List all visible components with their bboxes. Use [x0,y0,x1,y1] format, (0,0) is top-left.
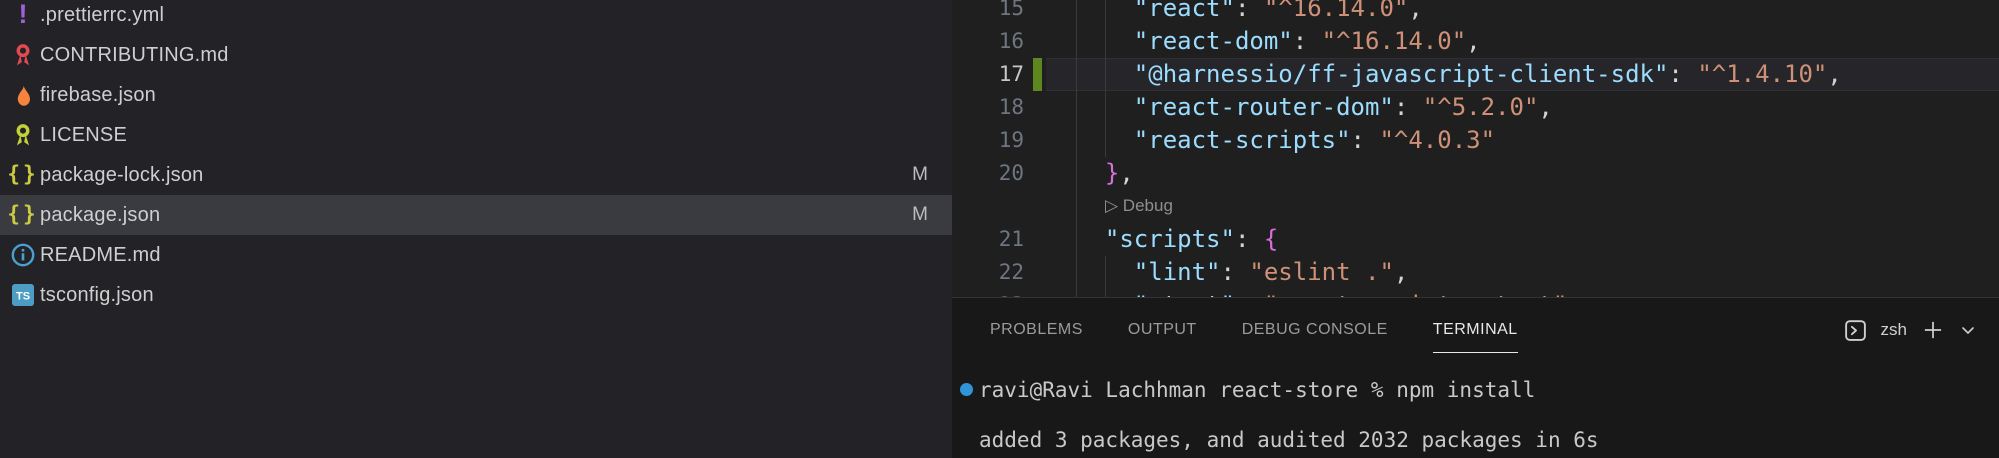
file-name: LICENSE [40,124,127,147]
file-name: tsconfig.json [40,284,154,307]
terminal-line: ravi@Ravi Lachhman react-store % npm ins… [979,378,1535,403]
codelens-debug[interactable]: ▷ Debug [1105,190,1173,223]
line-number: 17 [952,58,1024,91]
code-text: "scripts": { [1076,223,1278,256]
file-name: CONTRIBUTING.md [40,44,229,67]
file-item[interactable]: firebase.json [0,75,952,115]
command-decoration-dot[interactable] [960,383,973,396]
file-name: package.json [40,204,160,227]
file-item[interactable]: !.prettierrc.yml [0,0,952,35]
code-editor[interactable]: 15 "react": "^16.14.0",16 "react-dom": "… [952,0,1999,297]
terminal-dropdown-button[interactable] [1959,322,1977,338]
file-name: package-lock.json [40,164,204,187]
file-name: README.md [40,244,161,267]
code-line[interactable]: 20 }, [952,157,1999,190]
file-item[interactable]: TS tsconfig.json [0,275,952,315]
code-text: "lint": "eslint .", [1076,256,1408,289]
bottom-panel: PROBLEMSOUTPUTDEBUG CONSOLETERMINAL zsh [952,297,1999,458]
line-number: 23 [952,289,1024,297]
code-line[interactable]: 22 "lint": "eslint .", [952,256,1999,289]
chevron-down-icon [1959,322,1977,338]
file-item[interactable]: {}package.json M [0,195,952,235]
code-line[interactable]: 23 "start": "react-scripts start", [952,289,1999,297]
braces-icon: {} [8,161,38,189]
line-number: 15 [952,0,1024,25]
line-number: 21 [952,223,1024,256]
file-item[interactable]: README.md [0,235,952,275]
code-text: "start": "react-scripts start", [1076,289,1582,297]
line-number: 22 [952,256,1024,289]
code-text: "react-scripts": "^4.0.3" [1076,124,1495,157]
code-text: "react": "^16.14.0", [1076,0,1423,25]
flame-icon [8,81,38,109]
ribbon-icon [8,41,38,69]
vscode-window: !.prettierrc.yml CONTRIBUTING.md firebase.… [0,0,1999,458]
code-text: }, [1076,157,1134,190]
code-text: "react-dom": "^16.14.0", [1076,25,1481,58]
braces-icon: {} [8,201,38,229]
code-line[interactable]: 16 "react-dom": "^16.14.0", [952,25,1999,58]
file-name: firebase.json [40,84,156,107]
git-added-gutter-bar [1033,58,1042,91]
line-number: 19 [952,124,1024,157]
file-name: .prettierrc.yml [40,4,164,27]
typescript-icon: TS [8,281,38,309]
code-line[interactable]: 18 "react-router-dom": "^5.2.0", [952,91,1999,124]
svg-text:TS: TS [16,291,30,303]
file-item[interactable]: CONTRIBUTING.md [0,35,952,75]
code-line[interactable]: 19 "react-scripts": "^4.0.3" [952,124,1999,157]
codelens-row[interactable]: ▷ Debug [952,190,1999,223]
file-item[interactable]: LICENSE [0,115,952,155]
code-text: "@harnessio/ff-javascript-client-sdk": "… [1076,58,1842,91]
code-line[interactable]: 17 "@harnessio/ff-javascript-client-sdk"… [952,58,1999,91]
line-number: 16 [952,25,1024,58]
file-explorer: !.prettierrc.yml CONTRIBUTING.md firebase.… [0,0,952,458]
file-item[interactable]: {}package-lock.json M [0,155,952,195]
terminal-output[interactable]: ravi@Ravi Lachhman react-store % npm ins… [979,298,1959,458]
code-line[interactable]: 15 "react": "^16.14.0", [952,0,1999,25]
line-number: 18 [952,91,1024,124]
ribbon-icon [8,121,38,149]
code-line[interactable]: 21 "scripts": { [952,223,1999,256]
git-modified-badge: M [912,204,928,226]
info-icon [8,241,38,269]
yaml-icon: ! [8,1,38,29]
git-modified-badge: M [912,164,928,186]
line-number: 20 [952,157,1024,190]
terminal-line: added 3 packages, and audited 2032 packa… [979,428,1599,453]
code-text: "react-router-dom": "^5.2.0", [1076,91,1553,124]
